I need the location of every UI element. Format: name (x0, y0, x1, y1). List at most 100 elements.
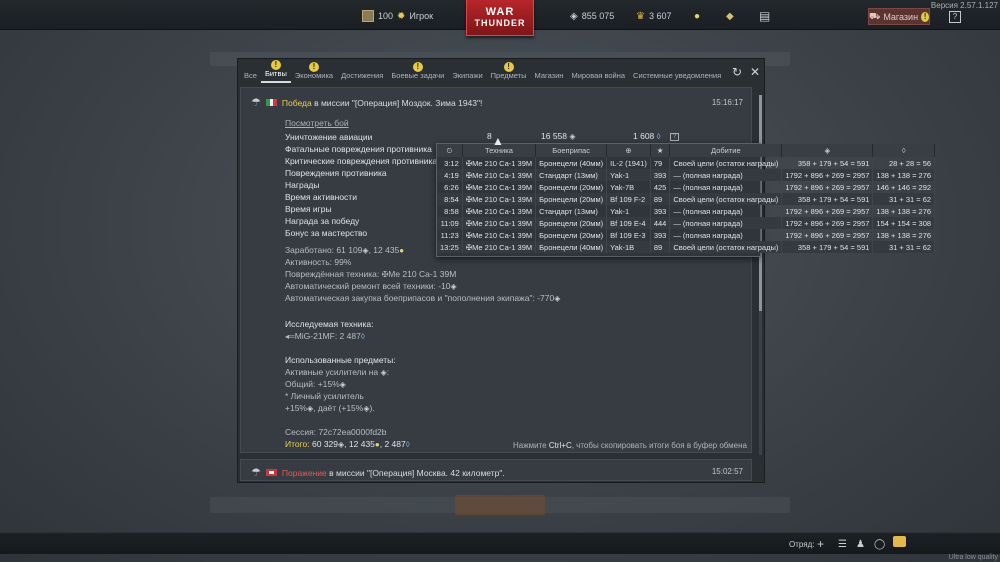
shop-label: Магазин (883, 11, 919, 22)
table-cell: 1792 + 896 + 269 = 2957 (785, 218, 870, 228)
tab-label: Магазин (534, 71, 564, 80)
research-item: ◂═MiG-21MF: 2 487◊ (285, 331, 365, 341)
silver-lions[interactable]: ◈ 855 075 (570, 9, 614, 23)
golden-eagles[interactable]: ♛ 3 607 (636, 9, 672, 23)
mouse-cursor-icon: ▲ (492, 134, 504, 148)
table-cell-wrap: Бронецели (40мм) (535, 157, 608, 169)
column-header: ⊕ (606, 144, 651, 157)
victory-label: Победа (281, 97, 312, 108)
info-icon[interactable]: ? (670, 133, 679, 141)
personal-booster-line: +15%◈, даёт (+15%◈). (285, 403, 375, 413)
reward-row[interactable]: Фатальные повреждения противника (285, 143, 437, 155)
reward-row[interactable]: Уничтожение авиации (285, 131, 437, 143)
chat-bubble-icon[interactable]: ◯ (874, 539, 885, 550)
player-name: Игрок (409, 11, 434, 21)
table-cell-wrap: ✠Me 210 Ca-1 39M (462, 169, 537, 181)
table-cell: Стандарт (13мм) (539, 206, 598, 216)
reward-row[interactable]: Критические повреждения противника (285, 155, 437, 167)
reward-row[interactable]: Время активности (285, 191, 437, 203)
table-row: 13:25 ✠Me 210 Ca-1 39M Бронецели (40мм) Yak… (437, 241, 936, 253)
tab-2[interactable]: ! Экономика (291, 62, 337, 83)
italy-flag-icon (265, 99, 277, 106)
table-cell: 79 (653, 158, 663, 168)
table-cell-wrap: 154 + 154 = 308 (872, 217, 936, 229)
premium-button[interactable]: ◆ (726, 9, 734, 23)
parachute-icon: ☂ (251, 97, 261, 109)
tab-3[interactable]: Достижения (337, 71, 387, 83)
reward-row[interactable]: Время игры (285, 203, 437, 215)
table-cell-wrap: Yak-1 (606, 169, 651, 181)
column-header: Боеприпас (535, 144, 608, 157)
silver-lions-value: 855 075 (581, 11, 615, 21)
table-cell-wrap: 138 + 138 = 276 (872, 205, 936, 217)
tab-label: Экипажи (452, 71, 483, 80)
table-cell-wrap: Своей цели (остаток награды) (669, 193, 783, 205)
table-cell: — (полная награда) (673, 218, 743, 228)
table-cell: 444 (653, 218, 667, 228)
tab-9[interactable]: Системные уведомления (629, 71, 725, 83)
table-cell-wrap: 393 (650, 169, 671, 181)
rewards-list: Уничтожение авиации Фатальные повреждения… (285, 131, 437, 239)
table-cell: 358 + 179 + 54 = 591 (797, 158, 870, 168)
active-boosters-line: Активные усилители на ◈: (285, 367, 390, 377)
reward-row[interactable]: Повреждения противника (285, 167, 437, 179)
table-cell-wrap: 444 (650, 217, 671, 229)
used-items-title: Использованные предметы: (285, 355, 396, 365)
table-cell: 358 + 179 + 54 = 591 (797, 194, 870, 204)
player-profile[interactable]: 100 ✹ Игрок (362, 9, 433, 23)
avatar (362, 10, 374, 22)
table-cell: — (полная награда) (673, 170, 743, 180)
table-cell: 154 + 154 = 308 (876, 218, 932, 228)
list-icon[interactable]: ☰ (838, 539, 847, 550)
warning-icon: ! (503, 62, 514, 72)
reward-row[interactable]: Награда за победу (285, 215, 437, 227)
tab-5[interactable]: Экипажи (448, 71, 486, 83)
war-thunder-logo[interactable]: WAR THUNDER (466, 0, 534, 36)
contacts-icon[interactable]: ♟ (856, 539, 865, 550)
quality-label: Ultra low quality (948, 554, 998, 561)
shop-button[interactable]: ⛟ Магазин ! (868, 8, 930, 25)
table-cell-wrap: Yak-1B (606, 241, 651, 253)
table-cell: Своей цели (остаток награды) (673, 194, 779, 204)
tab-7[interactable]: Магазин (531, 71, 568, 83)
research-points-button[interactable]: ● (694, 9, 700, 23)
close-icon[interactable]: ✕ (750, 65, 760, 79)
tab-4[interactable]: ! Боевые задачи (387, 62, 448, 83)
tab-0[interactable]: Все (240, 71, 261, 83)
table-cell: 1792 + 896 + 269 = 2957 (785, 206, 870, 216)
table-cell: 146 + 146 = 292 (876, 182, 932, 192)
tab-1[interactable]: ! Битвы (260, 60, 291, 83)
table-cell: Yak-7B (610, 182, 635, 192)
table-cell: 425 (653, 182, 667, 192)
table-cell-wrap: 138 + 138 = 276 (872, 229, 936, 241)
coupon-button[interactable]: ▤ (759, 9, 770, 23)
help-button[interactable]: ? (949, 11, 961, 23)
view-battle-link[interactable]: Посмотреть бой (285, 118, 349, 128)
table-cell: Бронецели (20мм) (539, 194, 604, 204)
table-cell-wrap: Своей цели (остаток награды) (669, 157, 783, 169)
mission-text: в миссии "[Операция] Моздок. Зима 1943"! (311, 97, 483, 108)
table-cell: 13:25 (440, 242, 459, 252)
table-cell: Me 210 Ca-1 39M (472, 158, 533, 168)
tab-6[interactable]: ! Предметы (487, 62, 531, 83)
tab-8[interactable]: Мировая война (567, 71, 629, 83)
table-cell: Yak-1B (610, 242, 635, 252)
table-cell-wrap: Yak-1 (606, 205, 651, 217)
tab-label: Системные уведомления (633, 71, 722, 80)
reward-row[interactable]: Награды (285, 179, 437, 191)
table-cell-wrap: Бронецели (20мм) (535, 217, 608, 229)
add-squad-icon[interactable]: + (817, 537, 824, 551)
aviation-rp: 1 608 ◊ (633, 131, 661, 141)
table-cell: Me 210 Ca-1 39M (472, 242, 533, 252)
card2-title: Поражение в миссии "[Операция] Москва. 4… (282, 468, 505, 478)
table-cell-wrap: 11:23 (437, 229, 463, 241)
table-cell-wrap: 28 + 28 = 56 (872, 157, 936, 169)
mail-icon[interactable] (893, 536, 906, 547)
cart-icon: ⛟ (869, 10, 881, 21)
battle-result-card-2[interactable]: ☂ Поражение в миссии "[Операция] Москва.… (240, 459, 752, 481)
table-cell-wrap: Bf 109 F-2 (606, 193, 651, 205)
table-row: 4:19 ✠Me 210 Ca-1 39M Стандарт (13мм) Yak-1… (437, 169, 936, 181)
reward-row[interactable]: Бонус за мастерство (285, 227, 437, 239)
refresh-icon[interactable]: ↻ (732, 65, 742, 79)
table-cell: 393 (653, 230, 667, 240)
